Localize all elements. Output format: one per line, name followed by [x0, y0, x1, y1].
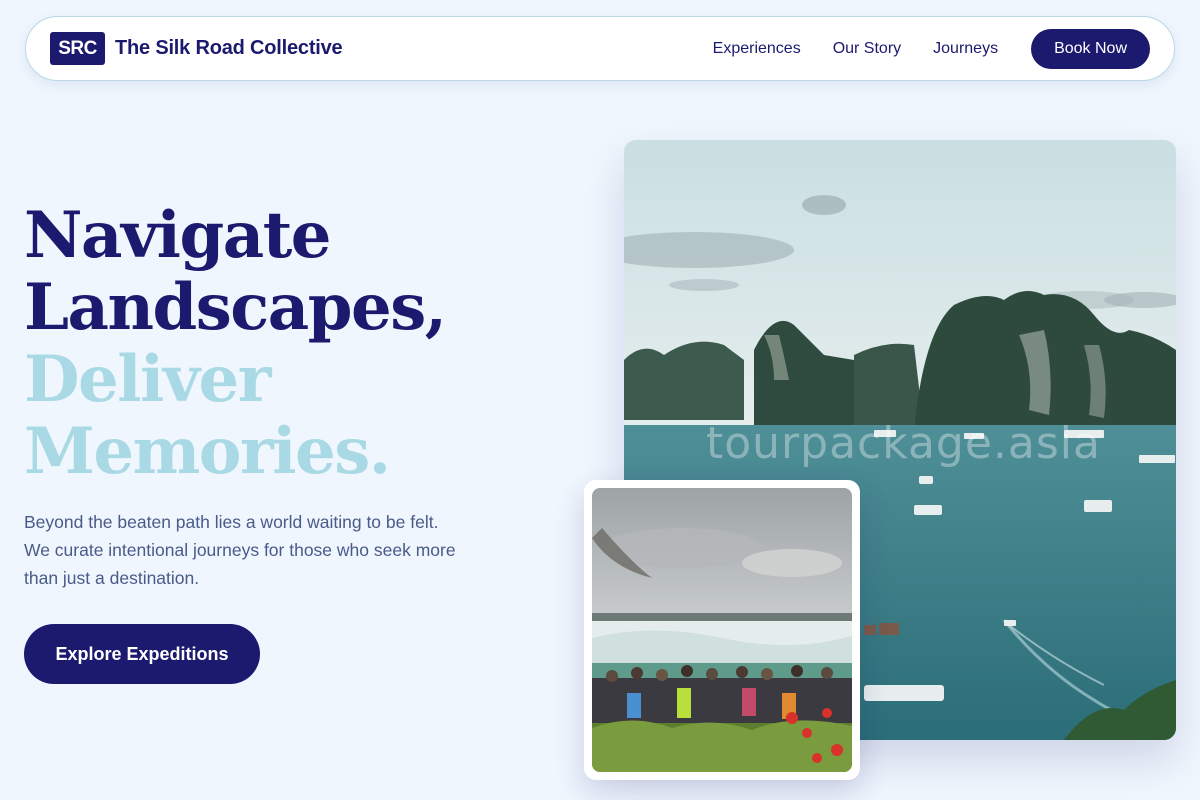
hero-headline: Navigate Landscapes, Deliver Memories.	[24, 200, 544, 488]
headline-line-1: Navigate	[24, 198, 331, 273]
navbar: SRC The Silk Road Collective Experiences…	[25, 16, 1175, 81]
waterfall-photo-illustration	[592, 488, 852, 772]
book-now-button[interactable]: Book Now	[1031, 28, 1150, 69]
brand-logo[interactable]: SRC	[50, 32, 105, 65]
watermark-text: tourpackage.asia	[706, 418, 1101, 469]
headline-line-2: Landscapes,	[24, 270, 447, 345]
nav-link-our-story[interactable]: Our Story	[833, 40, 901, 58]
waterfall-photo	[592, 488, 852, 772]
hero-description: Beyond the beaten path lies a world wait…	[24, 512, 456, 588]
explore-expeditions-button[interactable]: Explore Expeditions	[24, 624, 260, 684]
headline-line-4: Memories.	[24, 414, 391, 489]
nav-links: Experiences Our Story Journeys Book Now	[713, 28, 1150, 69]
waterfall-photo-card	[584, 480, 860, 780]
brand[interactable]: SRC The Silk Road Collective	[50, 32, 343, 65]
nav-link-experiences[interactable]: Experiences	[713, 40, 801, 58]
headline-line-3: Deliver	[24, 342, 271, 417]
nav-link-journeys[interactable]: Journeys	[933, 40, 998, 58]
brand-name[interactable]: The Silk Road Collective	[115, 37, 343, 60]
